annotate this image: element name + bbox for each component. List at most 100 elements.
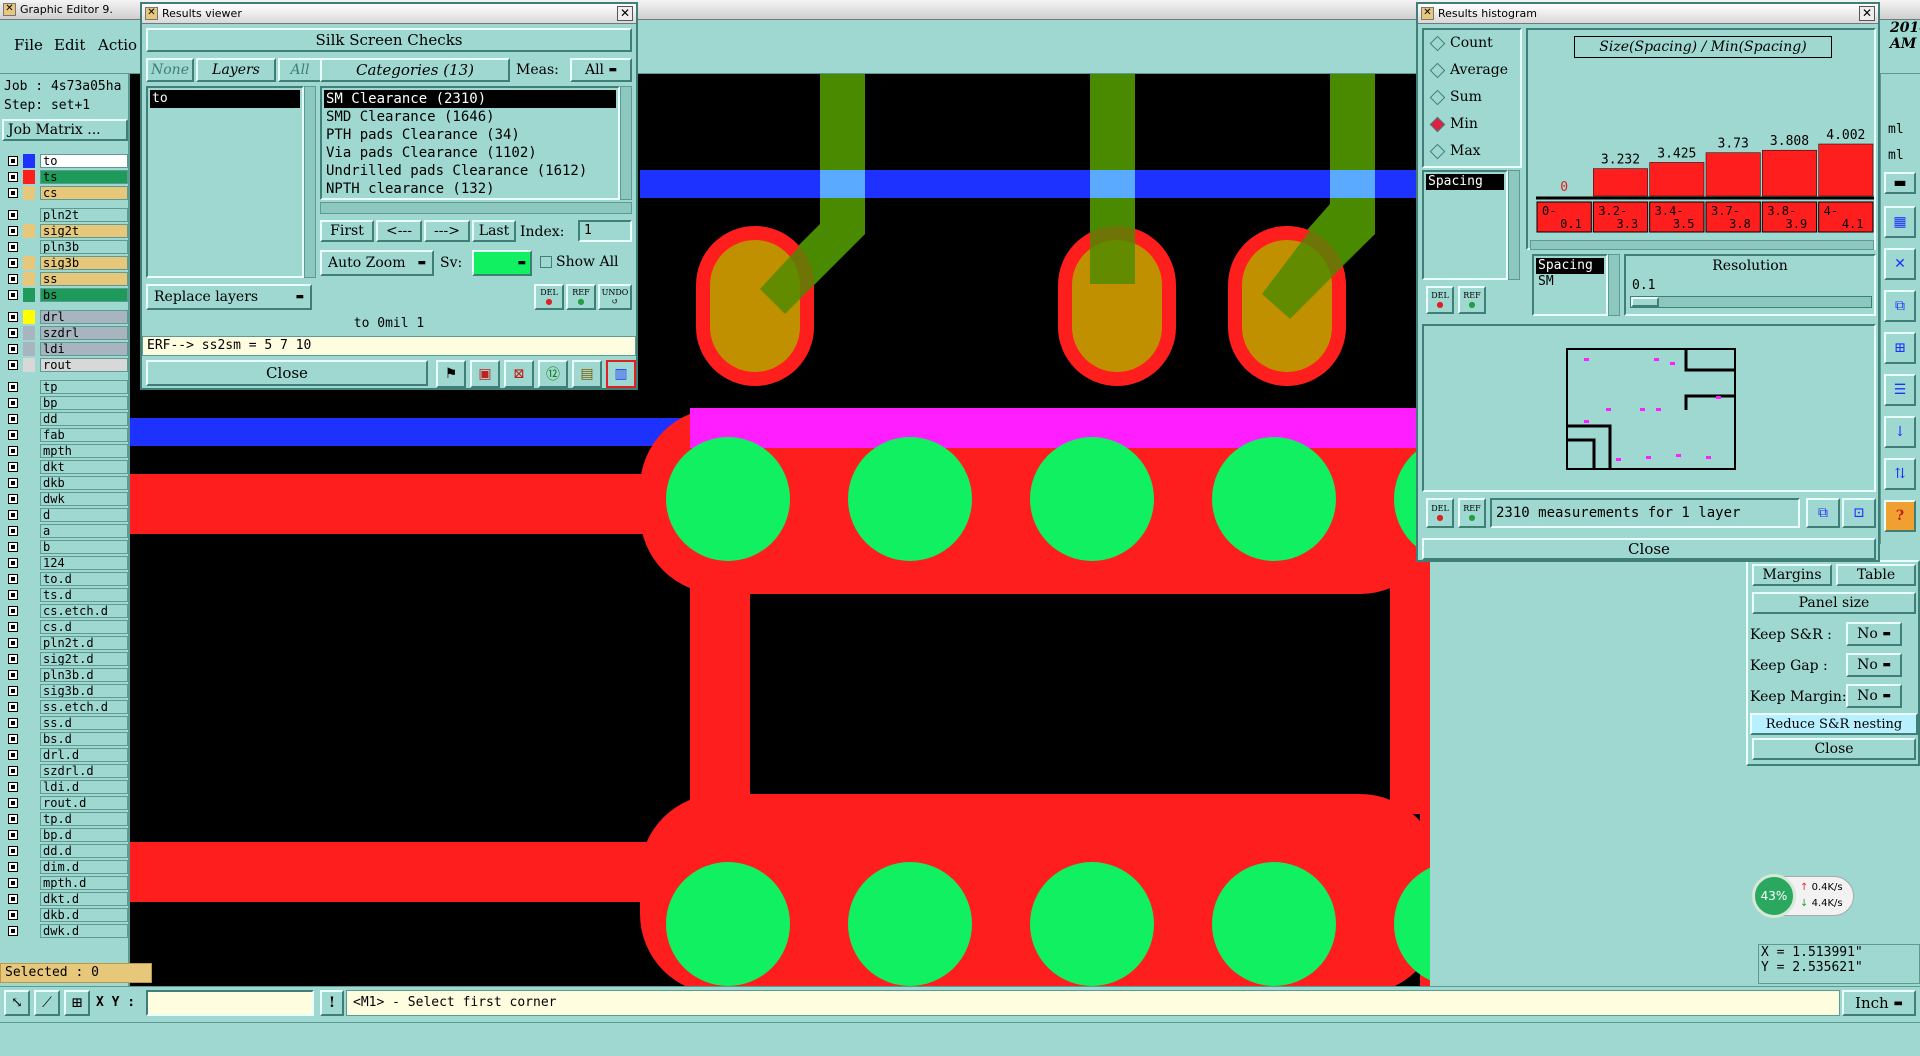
histogram-bar[interactable] [1818, 143, 1874, 197]
layer-checkbox[interactable] [8, 526, 18, 536]
layer-color-swatch[interactable] [23, 828, 35, 842]
layer-checkbox[interactable] [8, 510, 18, 520]
layer-color-swatch[interactable] [23, 700, 35, 714]
layer-row[interactable]: drl [6, 310, 128, 324]
layer-name[interactable]: ts.d [40, 588, 128, 602]
layer-name[interactable]: sig2t.d [40, 652, 128, 666]
layer-color-swatch[interactable] [23, 524, 35, 538]
layer-name[interactable]: dkt [40, 460, 128, 474]
reduce-sr-nesting-button[interactable]: Reduce S&R nesting [1750, 713, 1918, 735]
layer-color-swatch[interactable] [23, 326, 35, 340]
layer-color-swatch[interactable] [23, 208, 35, 222]
tab-all[interactable]: All [278, 58, 322, 82]
layer-name[interactable]: szdrl.d [40, 764, 128, 778]
zoom-to-fit-icon[interactable]: ⧉ [1806, 498, 1840, 528]
layer-name[interactable]: ts [40, 170, 128, 184]
grid-icon[interactable]: ▦ [1884, 206, 1916, 238]
layer-color-swatch[interactable] [23, 860, 35, 874]
list-item[interactable]: SM [1536, 274, 1604, 290]
layer-checkbox[interactable] [8, 766, 18, 776]
copy-icon[interactable]: ⧉ [1884, 290, 1916, 322]
layer-color-swatch[interactable] [23, 796, 35, 810]
layer-name[interactable]: cs [40, 186, 128, 200]
resolution-slider[interactable] [1630, 296, 1872, 308]
alert-icon[interactable]: ! [320, 990, 344, 1016]
layer-color-swatch[interactable] [23, 892, 35, 906]
chart-hscroll[interactable] [1530, 240, 1874, 250]
layer-color-swatch[interactable] [23, 240, 35, 254]
layer-name[interactable]: pln3b.d [40, 668, 128, 682]
hist-del-button[interactable]: DEL ● [1426, 286, 1454, 314]
layer-row[interactable]: dwk.d [6, 924, 128, 938]
histogram-bar[interactable] [1705, 152, 1761, 197]
layer-row[interactable]: sig2t [6, 224, 128, 238]
next-button[interactable]: ---> [424, 220, 470, 242]
layer-row[interactable]: bs.d [6, 732, 128, 746]
layer-row[interactable]: dkt.d [6, 892, 128, 906]
category-item[interactable]: SMD Clearance (1646) [324, 108, 616, 126]
layer-name[interactable]: dd.d [40, 844, 128, 858]
layer-color-swatch[interactable] [23, 716, 35, 730]
layer-row[interactable]: dwk [6, 492, 128, 506]
layer-name[interactable]: sig2t [40, 224, 128, 238]
layer-checkbox[interactable] [8, 910, 18, 920]
layer-color-swatch[interactable] [23, 812, 35, 826]
layer-color-swatch[interactable] [23, 636, 35, 650]
layer-checkbox[interactable] [8, 862, 18, 872]
categories-hscroll[interactable] [320, 202, 632, 214]
layer-row[interactable]: dkb [6, 476, 128, 490]
layer-color-swatch[interactable] [23, 186, 35, 200]
layer-checkbox[interactable] [8, 734, 18, 744]
layer-row[interactable]: dd.d [6, 844, 128, 858]
layer-list-vscroll[interactable] [304, 86, 316, 278]
mode-radio-average[interactable]: Average [1428, 59, 1548, 81]
layer-row[interactable]: szdrl [6, 326, 128, 340]
layer-row[interactable]: sig3b.d [6, 684, 128, 698]
layer-checkbox[interactable] [8, 718, 18, 728]
mode-radio-max[interactable]: Max [1428, 140, 1548, 162]
layer-checkbox[interactable] [8, 172, 18, 182]
layer-checkbox[interactable] [8, 258, 18, 268]
layers-icon[interactable]: ⊞ [1884, 332, 1916, 364]
record-icon[interactable]: ▣ [470, 360, 500, 388]
layer-name[interactable]: pln2t.d [40, 636, 128, 650]
category-item[interactable]: Via pads Clearance (1102) [324, 144, 616, 162]
layer-checkbox[interactable] [8, 782, 18, 792]
layer-name[interactable]: 124 [40, 556, 128, 570]
layer-checkbox[interactable] [8, 686, 18, 696]
layer-name[interactable]: ldi [40, 342, 128, 356]
layer-name[interactable]: ss [40, 272, 128, 286]
layer-color-swatch[interactable] [23, 310, 35, 324]
categories-list[interactable]: SM Clearance (2310) SMD Clearance (1646) P… [320, 86, 620, 200]
layer-color-swatch[interactable] [23, 444, 35, 458]
numbering-icon[interactable]: ⑫ [538, 360, 568, 388]
list-icon[interactable]: ☰ [1884, 374, 1916, 406]
layer-name[interactable]: cs.etch.d [40, 604, 128, 618]
replace-layers-select[interactable]: Replace layers ▬ [146, 284, 312, 310]
layer-name[interactable]: dkb.d [40, 908, 128, 922]
layer-name[interactable]: szdrl [40, 326, 128, 340]
layer-color-swatch[interactable] [23, 380, 35, 394]
layer-row[interactable]: mpth [6, 444, 128, 458]
layer-name[interactable]: sig3b.d [40, 684, 128, 698]
category-item[interactable]: PTH pads Clearance (34) [324, 126, 616, 144]
layer-checkbox[interactable] [8, 360, 18, 370]
field-list-scroll[interactable] [1608, 254, 1620, 316]
mode-radio-min[interactable]: Min [1428, 113, 1548, 135]
field-list[interactable]: Spacing SM [1532, 254, 1608, 316]
layer-checkbox[interactable] [8, 312, 18, 322]
layer-name[interactable]: dd [40, 412, 128, 426]
layer-name[interactable]: dkt.d [40, 892, 128, 906]
layer-row[interactable]: cs.d [6, 620, 128, 634]
side-dropdown[interactable]: ▬ [1884, 172, 1916, 194]
layer-row[interactable]: d [6, 508, 128, 522]
layer-color-swatch[interactable] [23, 876, 35, 890]
layer-row[interactable]: a [6, 524, 128, 538]
zoom-tool-icon[interactable]: ⤡ [4, 990, 30, 1016]
histogram-bar[interactable] [1762, 149, 1817, 197]
prev-button[interactable]: <--- [376, 220, 422, 242]
layer-name[interactable]: drl.d [40, 748, 128, 762]
layer-row[interactable]: sig2t.d [6, 652, 128, 666]
meas-select[interactable]: All ▬ [570, 58, 632, 82]
mode-radio-sum[interactable]: Sum [1428, 86, 1548, 108]
